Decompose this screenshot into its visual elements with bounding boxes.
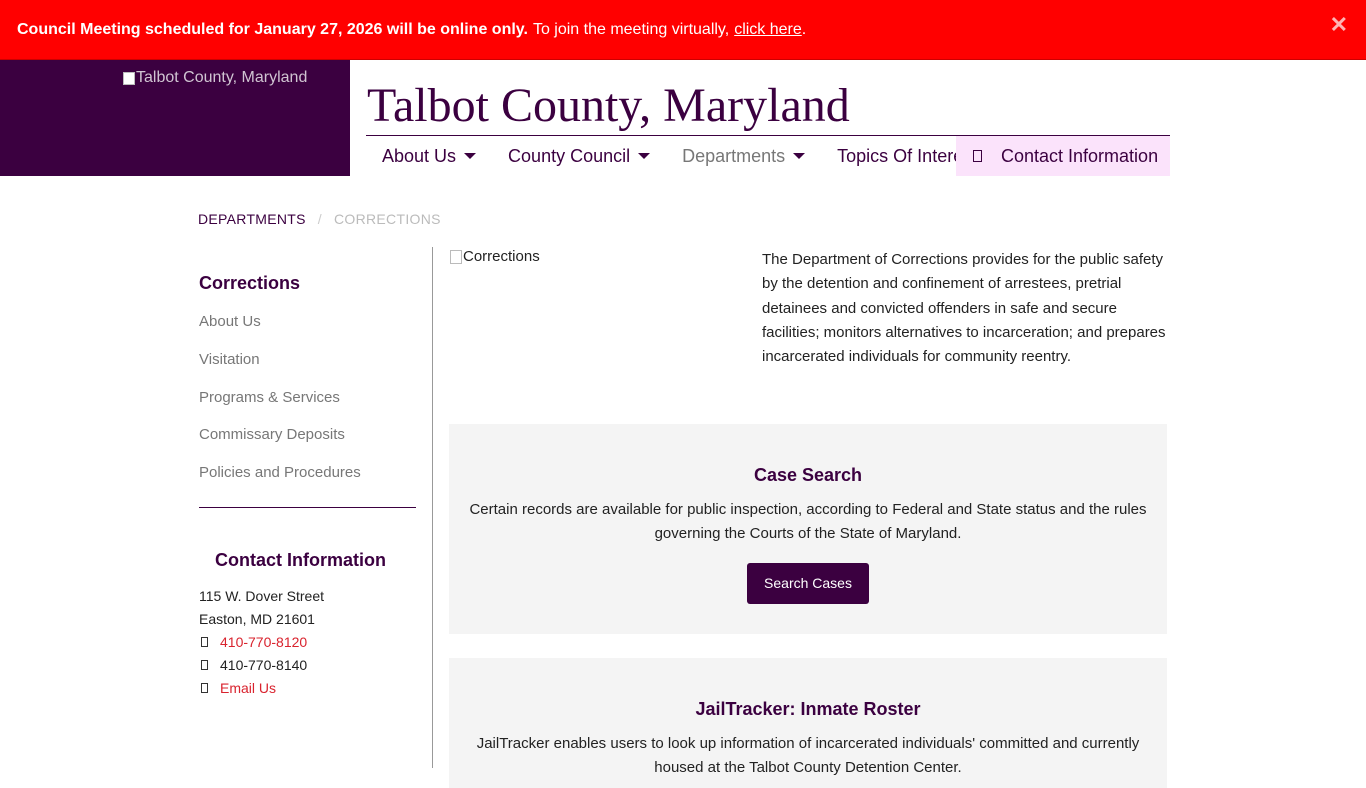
phone-link[interactable]: 410-770-8120 xyxy=(220,634,307,650)
breadcrumb-current: CORRECTIONS xyxy=(334,211,441,227)
search-cases-button[interactable]: Search Cases xyxy=(747,563,869,604)
contact-details: 115 W. Dover Street Easton, MD 21601 410… xyxy=(199,584,324,699)
sidebar-nav: About Us Visitation Programs & Services … xyxy=(199,312,361,501)
nav-contact-information[interactable]: Contact Information xyxy=(956,136,1170,176)
jailtracker-card: JailTracker: Inmate Roster JailTracker e… xyxy=(449,658,1167,788)
close-icon[interactable]: ✕ xyxy=(1330,14,1348,36)
alert-banner: Council Meeting scheduled for January 27… xyxy=(0,0,1366,60)
breadcrumb-departments[interactable]: DEPARTMENTS xyxy=(198,211,306,227)
alert-text: To join the meeting virtually, xyxy=(532,20,730,38)
caret-down-icon xyxy=(793,153,806,159)
sidebar-item-commissary-deposits[interactable]: Commissary Deposits xyxy=(199,425,361,463)
email-link[interactable]: Email Us xyxy=(220,680,276,696)
corrections-image: Corrections xyxy=(450,248,540,265)
sidebar-item-visitation[interactable]: Visitation xyxy=(199,350,361,388)
contact-icon xyxy=(973,150,982,162)
phone-icon xyxy=(201,636,208,647)
broken-image-icon xyxy=(450,249,462,264)
intro-paragraph: The Department of Corrections provides f… xyxy=(762,251,1166,366)
nav-county-council[interactable]: County Council xyxy=(492,136,666,176)
image-alt-text: Corrections xyxy=(463,248,540,265)
site-title: Talbot County, Maryland xyxy=(367,79,850,132)
address-line-2: Easton, MD 21601 xyxy=(199,610,315,627)
nav-label: Departments xyxy=(682,145,786,166)
nav-label: About Us xyxy=(382,145,457,166)
sidebar-item-policies-procedures[interactable]: Policies and Procedures xyxy=(199,463,361,501)
sidebar-divider xyxy=(199,507,416,508)
sidebar-item-about-us[interactable]: About Us xyxy=(199,312,361,350)
breadcrumb-separator: / xyxy=(317,211,322,227)
nav-departments[interactable]: Departments xyxy=(666,136,821,176)
fax-number: 410-770-8140 xyxy=(220,656,308,673)
nav-about-us[interactable]: About Us xyxy=(366,136,492,176)
case-search-card: Case Search Certain records are availabl… xyxy=(449,424,1167,634)
nav-label: County Council xyxy=(508,145,631,166)
card-text: Certain records are available for public… xyxy=(469,501,1147,542)
column-divider xyxy=(432,247,433,768)
broken-image-icon xyxy=(123,71,135,85)
site-logo[interactable]: Talbot County, Maryland xyxy=(123,69,307,87)
sidebar-title: Corrections xyxy=(199,273,301,293)
email-icon xyxy=(201,682,208,693)
card-title: Case Search xyxy=(753,465,863,485)
caret-down-icon xyxy=(638,153,651,159)
nav-contact-label: Contact Information xyxy=(1001,145,1159,166)
alert-bold-text: Council Meeting scheduled for January 27… xyxy=(17,20,528,38)
main-nav: About Us County Council Departments Topi… xyxy=(366,136,1013,176)
alert-period: . xyxy=(801,20,807,38)
fax-icon xyxy=(201,659,208,670)
logo-alt-text: Talbot County, Maryland xyxy=(136,69,308,86)
alert-join-link[interactable]: click here xyxy=(734,21,802,39)
sidebar-item-programs-services[interactable]: Programs & Services xyxy=(199,388,361,426)
contact-title: Contact Information xyxy=(215,550,386,570)
card-title: JailTracker: Inmate Roster xyxy=(695,699,921,719)
caret-down-icon xyxy=(464,153,477,159)
address-line-1: 115 W. Dover Street xyxy=(199,587,325,604)
breadcrumb: DEPARTMENTS / CORRECTIONS xyxy=(198,211,441,227)
card-text: JailTracker enables users to look up inf… xyxy=(476,735,1140,776)
